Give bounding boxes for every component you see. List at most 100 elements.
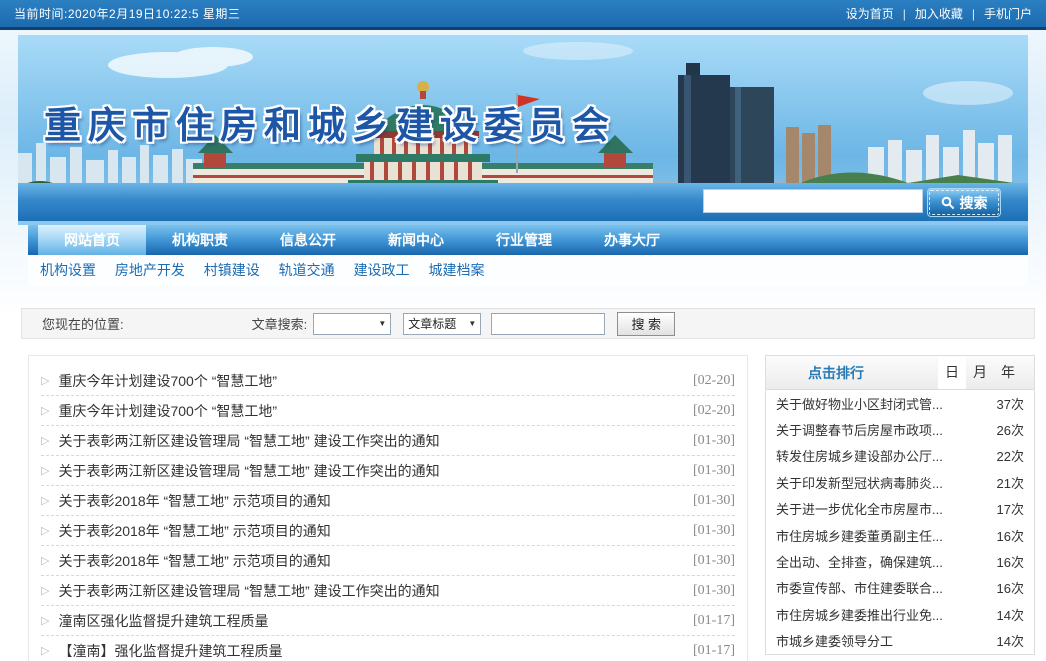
article-row[interactable]: ▷ 关于表彰2018年 “智慧工地” 示范项目的通知 [01-30] [41,486,735,516]
ranking-item-title[interactable]: 关于调整春节后房屋市政项... [776,420,943,439]
nav-item-industry-management[interactable]: 行业管理 [470,225,578,255]
article-date: [01-30] [693,583,735,599]
ranking-item-count: 22次 [997,446,1024,465]
article-row[interactable]: ▷ 重庆今年计划建设700个 “智慧工地” [02-20] [41,366,735,396]
article-row[interactable]: ▷ 潼南区强化监督提升建筑工程质量 [01-17] [41,606,735,636]
subnav-item-village-construction[interactable]: 村镇建设 [204,262,260,278]
ranking-row[interactable]: 关于进一步优化全市房屋市... 17次 [766,496,1034,522]
page: 当前时间:2020年2月19日10:22:5 星期三 设为首页 | 加入收藏 |… [0,0,1046,661]
article-title-link[interactable]: 潼南区强化监督提升建筑工程质量 [58,611,268,631]
article-title-link[interactable]: 关于表彰两江新区建设管理局 “智慧工地” 建设工作突出的通知 [58,461,439,481]
ranking-tab-day[interactable]: 日 [938,356,966,389]
bullet-arrow-icon: ▷ [41,464,49,477]
article-title-link[interactable]: 关于表彰两江新区建设管理局 “智慧工地” 建设工作突出的通知 [58,431,439,451]
article-title-link[interactable]: 重庆今年计划建设700个 “智慧工地” [58,371,277,391]
ranking-tab-month[interactable]: 月 [966,356,994,389]
article-row[interactable]: ▷ 关于表彰两江新区建设管理局 “智慧工地” 建设工作突出的通知 [01-30] [41,426,735,456]
article-title-link[interactable]: 关于表彰2018年 “智慧工地” 示范项目的通知 [58,521,330,541]
article-search-label: 文章搜索: [252,314,308,333]
main-nav: 网站首页 机构职责 信息公开 新闻中心 行业管理 办事大厅 [28,225,1028,255]
sub-nav: 机构设置 房地产开发 村镇建设 轨道交通 建设政工 城建档案 [28,255,1028,286]
breadcrumb-label: 您现在的位置: [42,314,124,333]
ranking-item-title[interactable]: 市委宣传部、市住建委联合... [776,578,943,597]
banner-search-button[interactable]: 搜索 [927,188,1001,217]
ranking-row[interactable]: 关于印发新型冠状病毒肺炎... 21次 [766,469,1034,495]
bullet-arrow-icon: ▷ [41,404,49,417]
ranking-tabs: 日 月 年 [938,356,1022,389]
nav-item-info-disclosure[interactable]: 信息公开 [254,225,362,255]
banner-search-input[interactable] [703,189,923,213]
ranking-row[interactable]: 市城乡建委领导分工 14次 [766,628,1034,654]
topbar-separator: | [972,7,975,21]
subnav-item-construction-politics[interactable]: 建设政工 [354,262,410,278]
field-select[interactable]: 文章标题 ▼ [403,313,481,335]
ranking-item-count: 17次 [997,499,1024,518]
article-row[interactable]: ▷ 关于表彰2018年 “智慧工地” 示范项目的通知 [01-30] [41,546,735,576]
ranking-row[interactable]: 市委宣传部、市住建委联合... 16次 [766,575,1034,601]
set-homepage-link[interactable]: 设为首页 [846,5,894,22]
article-search-toolbar: 您现在的位置: 文章搜索: ▼ 文章标题 ▼ 搜 索 [21,308,1035,339]
dropdown-caret-icon: ▼ [464,319,480,328]
subnav-item-urban-archives[interactable]: 城建档案 [428,262,484,278]
ranking-row[interactable]: 市住房城乡建委董勇副主任... 16次 [766,522,1034,548]
site-banner: 重庆市住房和城乡建设委员会 搜索 [18,35,1028,225]
nav-item-service-hall[interactable]: 办事大厅 [578,225,686,255]
ranking-row[interactable]: 全出动、全排查，确保建筑... 16次 [766,548,1034,574]
article-date: [01-17] [693,613,735,629]
ranking-item-count: 16次 [997,552,1024,571]
ranking-item-title[interactable]: 转发住房城乡建设部办公厅... [776,446,943,465]
ranking-row[interactable]: 转发住房城乡建设部办公厅... 22次 [766,443,1034,469]
bullet-arrow-icon: ▷ [41,434,49,447]
ranking-item-title[interactable]: 关于进一步优化全市房屋市... [776,499,943,518]
bullet-arrow-icon: ▷ [41,524,49,537]
ranking-tab-year[interactable]: 年 [994,356,1022,389]
ranking-row[interactable]: 关于调整春节后房屋市政项... 26次 [766,416,1034,442]
nav-item-home[interactable]: 网站首页 [38,225,146,255]
article-row[interactable]: ▷ 关于表彰2018年 “智慧工地” 示范项目的通知 [01-30] [41,516,735,546]
ranking-item-count: 21次 [997,473,1024,492]
add-favorite-link[interactable]: 加入收藏 [915,5,963,22]
article-date: [01-17] [693,643,735,659]
subnav-item-rail-transit[interactable]: 轨道交通 [279,262,335,278]
article-title-link[interactable]: 关于表彰两江新区建设管理局 “智慧工地” 建设工作突出的通知 [58,581,439,601]
article-title-link[interactable]: 关于表彰2018年 “智慧工地” 示范项目的通知 [58,491,330,511]
ranking-item-count: 14次 [997,631,1024,650]
subnav-item-real-estate[interactable]: 房地产开发 [115,262,185,278]
banner-search-strip: 搜索 [18,183,1028,221]
article-date: [02-20] [693,373,735,389]
article-row[interactable]: ▷ 关于表彰两江新区建设管理局 “智慧工地” 建设工作突出的通知 [01-30] [41,576,735,606]
article-title-link[interactable]: 重庆今年计划建设700个 “智慧工地” [58,401,277,421]
topbar-separator: | [903,7,906,21]
ranking-item-title[interactable]: 关于做好物业小区封闭式管... [776,394,943,413]
article-row[interactable]: ▷ 关于表彰两江新区建设管理局 “智慧工地” 建设工作突出的通知 [01-30] [41,456,735,486]
article-title-link[interactable]: 【潼南】强化监督提升建筑工程质量 [58,641,282,661]
bullet-arrow-icon: ▷ [41,374,49,387]
article-row[interactable]: ▷ 重庆今年计划建设700个 “智慧工地” [02-20] [41,396,735,426]
nav-item-duties[interactable]: 机构职责 [146,225,254,255]
article-row[interactable]: ▷ 【潼南】强化监督提升建筑工程质量 [01-17] [41,636,735,661]
nav-item-news-center[interactable]: 新闻中心 [362,225,470,255]
ranking-item-title[interactable]: 市城乡建委领导分工 [776,631,893,650]
toolbar-search-button[interactable]: 搜 索 [617,312,675,336]
ranking-row[interactable]: 市住房城乡建委推出行业免... 14次 [766,601,1034,627]
subnav-item-organization[interactable]: 机构设置 [40,262,96,278]
bullet-arrow-icon: ▷ [41,584,49,597]
top-utility-bar: 当前时间:2020年2月19日10:22:5 星期三 设为首页 | 加入收藏 |… [0,0,1046,30]
ranking-item-title[interactable]: 全出动、全排查，确保建筑... [776,552,943,571]
article-title-link[interactable]: 关于表彰2018年 “智慧工地” 示范项目的通知 [58,551,330,571]
mobile-portal-link[interactable]: 手机门户 [984,5,1032,22]
ranking-item-title[interactable]: 关于印发新型冠状病毒肺炎... [776,473,943,492]
magnifier-icon [941,196,955,210]
ranking-item-count: 16次 [997,526,1024,545]
category-select[interactable]: ▼ [313,313,391,335]
bullet-arrow-icon: ▷ [41,554,49,567]
article-date: [02-20] [693,403,735,419]
article-list: ▷ 重庆今年计划建设700个 “智慧工地” [02-20] ▷ 重庆今年计划建设… [28,355,748,661]
article-date: [01-30] [693,433,735,449]
field-select-value: 文章标题 [408,315,456,332]
ranking-item-title[interactable]: 市住房城乡建委董勇副主任... [776,526,943,545]
ranking-row[interactable]: 关于做好物业小区封闭式管... 37次 [766,390,1034,416]
bullet-arrow-icon: ▷ [41,644,49,657]
keyword-input[interactable] [491,313,605,335]
ranking-item-title[interactable]: 市住房城乡建委推出行业免... [776,605,943,624]
